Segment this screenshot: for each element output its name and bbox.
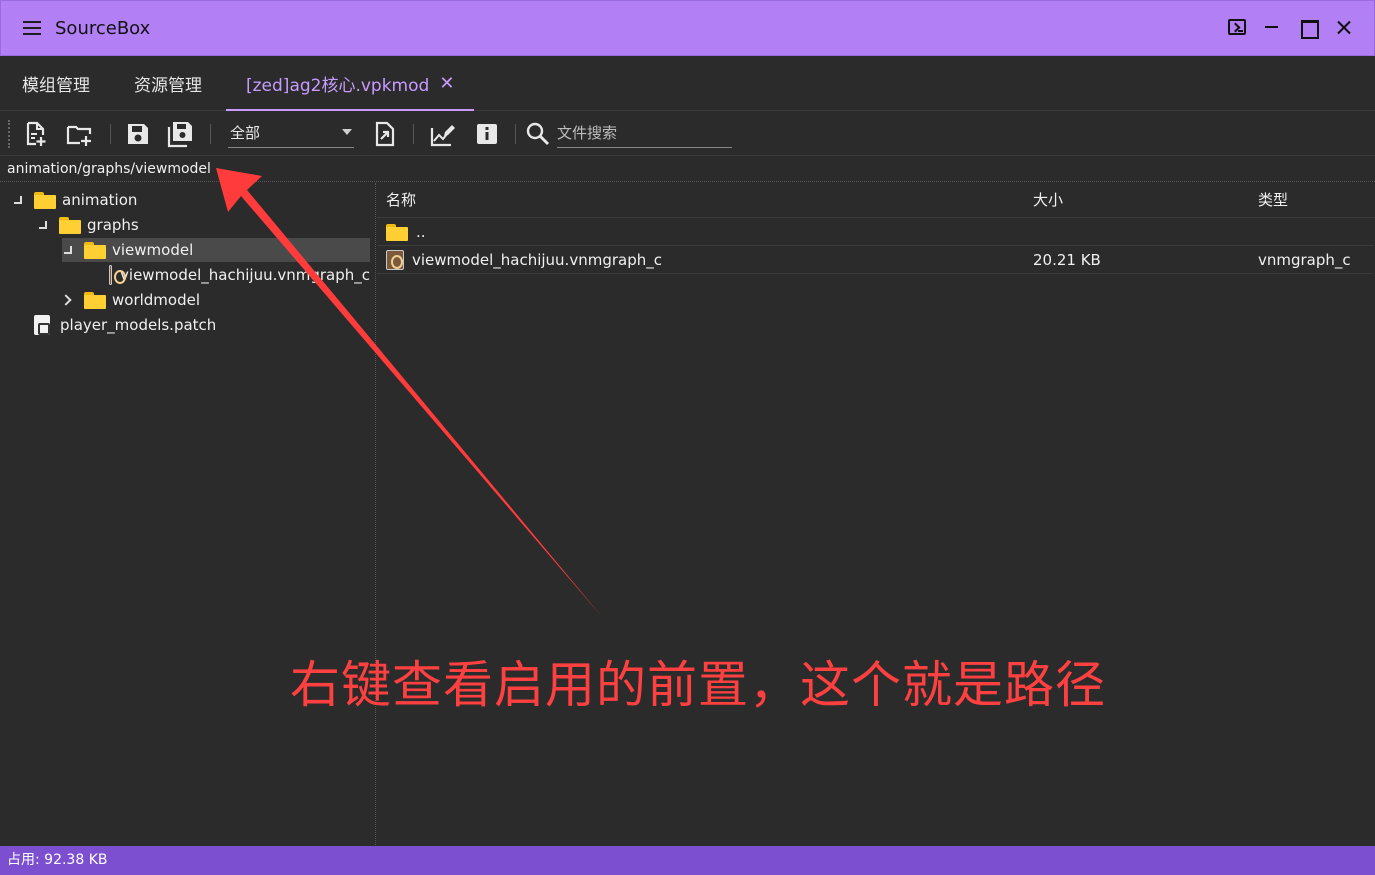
graph-file-icon [109, 265, 127, 285]
folder-icon [59, 216, 81, 234]
file-tree[interactable]: animation graphs viewmodel viewmodel_hac… [0, 183, 376, 845]
table-row[interactable]: viewmodel_hachijuu.vnmgraph_c 20.21 KB v… [377, 246, 1373, 274]
tree-item-label: viewmodel_hachijuu.vnmgraph_c [120, 266, 370, 284]
tree-item-player-models-patch[interactable]: player_models.patch [34, 313, 370, 337]
new-file-icon[interactable] [22, 120, 50, 148]
maximize-icon[interactable] [1298, 17, 1319, 39]
folder-icon [386, 223, 408, 241]
save-icon[interactable] [124, 120, 152, 148]
toolbar-grip[interactable] [8, 120, 10, 148]
patch-file-icon [34, 315, 50, 335]
window-controls [1228, 17, 1354, 39]
expand-toggle-icon[interactable] [62, 244, 72, 256]
table-row-parent[interactable]: .. [377, 218, 1373, 246]
minimize-icon[interactable] [1262, 17, 1282, 37]
column-header-type[interactable]: 类型 [1258, 183, 1288, 218]
column-header-size[interactable]: 大小 [1033, 183, 1063, 218]
close-icon[interactable] [1334, 17, 1354, 37]
row-size: 20.21 KB [1033, 251, 1101, 269]
tab-close-icon[interactable]: ✕ [439, 73, 454, 94]
chevron-right-icon[interactable] [62, 294, 72, 306]
tree-item-label: animation [62, 191, 138, 209]
tree-item-worldmodel[interactable]: worldmodel [62, 288, 370, 312]
tab-label: 模组管理 [22, 76, 90, 96]
row-name: viewmodel_hachijuu.vnmgraph_c [412, 251, 662, 269]
column-header-name[interactable]: 名称 [386, 183, 416, 218]
hamburger-menu-icon[interactable] [23, 21, 41, 35]
expand-toggle-icon[interactable] [12, 194, 22, 206]
new-folder-icon[interactable] [65, 120, 93, 148]
tree-item-animation[interactable]: animation [12, 188, 370, 212]
folder-icon [34, 191, 56, 209]
status-bar: 占用: 92.38 KB [0, 846, 1375, 875]
expand-toggle-icon[interactable] [37, 219, 47, 231]
toolbar-separator [110, 124, 111, 144]
toolbar-separator [413, 124, 414, 144]
tab-label: [zed]ag2核心.vpkmod [246, 76, 430, 96]
row-name: .. [416, 223, 426, 241]
graph-file-icon [386, 250, 404, 270]
row-name-cell: viewmodel_hachijuu.vnmgraph_c [386, 246, 662, 274]
tree-item-label: graphs [87, 216, 139, 234]
chevron-down-icon [342, 129, 352, 135]
search-icon[interactable] [524, 120, 552, 148]
file-list[interactable]: 名称 大小 类型 .. viewmodel_hachijuu.vnmgraph_… [377, 183, 1375, 845]
tab-vpkmod[interactable]: [zed]ag2核心.vpkmod ✕ [226, 56, 475, 111]
toolbar-separator [210, 124, 211, 144]
file-search-input[interactable] [557, 118, 732, 148]
tree-item-graphs[interactable]: graphs [37, 213, 370, 237]
save-all-icon[interactable] [166, 120, 194, 148]
folder-icon [84, 291, 106, 309]
tab-label: 资源管理 [134, 76, 202, 96]
tab-bar: 模组管理 资源管理 [zed]ag2核心.vpkmod ✕ [0, 56, 1375, 111]
list-header: 名称 大小 类型 [377, 183, 1375, 218]
title-bar: SourceBox [0, 0, 1375, 56]
tree-item-label: viewmodel [112, 241, 194, 259]
tab-mod-manager[interactable]: 模组管理 [22, 56, 90, 111]
toolbar-separator [515, 124, 516, 144]
filter-select[interactable]: 全部 [228, 118, 354, 148]
tree-item-viewmodel[interactable]: viewmodel [62, 238, 370, 262]
storage-usage: 占用: 92.38 KB [7, 852, 108, 868]
annotation-text: 右键查看启用的前置，这个就是路径 [290, 656, 1106, 714]
tree-item-viewmodel-graph[interactable]: viewmodel_hachijuu.vnmgraph_c [109, 263, 370, 287]
app-title: SourceBox [55, 17, 151, 39]
folder-icon [84, 241, 106, 259]
edit-image-icon[interactable] [429, 120, 457, 148]
info-icon[interactable] [473, 120, 501, 148]
tree-item-label: player_models.patch [60, 316, 217, 334]
row-name-cell: .. [386, 218, 426, 246]
tab-resource-manager[interactable]: 资源管理 [134, 56, 202, 111]
tree-item-label: worldmodel [112, 291, 201, 309]
export-icon[interactable] [371, 120, 399, 148]
filter-select-value: 全部 [230, 124, 261, 142]
path-bar[interactable]: animation/graphs/viewmodel [0, 156, 1375, 182]
terminal-icon[interactable] [1228, 19, 1246, 35]
row-type: vnmgraph_c [1258, 251, 1351, 269]
